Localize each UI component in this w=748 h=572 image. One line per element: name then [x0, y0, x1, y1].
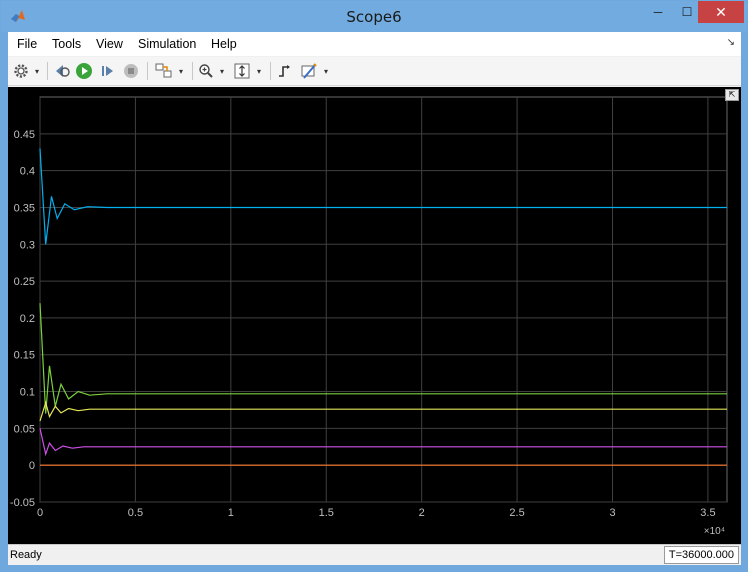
x-tick-label: 0: [37, 507, 43, 519]
x-tick-label: 1.5: [319, 507, 334, 519]
y-tick-label: 0.45: [14, 129, 35, 141]
x-tick-label: 0.5: [128, 507, 143, 519]
highlight-block-icon[interactable]: [153, 61, 175, 81]
plot-area: [39, 96, 728, 503]
menu-file[interactable]: File: [17, 37, 37, 51]
highlight-caret[interactable]: ▾: [176, 61, 186, 81]
scope-window: Scope6 ─ ☐ ✕ File Tools View Simulation …: [0, 0, 748, 572]
scope-plot[interactable]: -0.0500.050.10.150.20.250.30.350.40.450 0…: [8, 87, 741, 544]
step-back-icon[interactable]: [52, 61, 72, 81]
menu-help[interactable]: Help: [211, 37, 237, 51]
y-tick-label: 0.05: [14, 423, 35, 435]
toolbar-separator: [47, 62, 48, 80]
autoscale-icon[interactable]: [231, 61, 253, 81]
scope-display[interactable]: ⇱ -0.05 0 0.05 0.1 0.15 0.2 0.25 0.3 0.35 0.4 0.45…: [8, 87, 741, 544]
y-tick-label: 0.35: [14, 202, 35, 214]
window-title: Scope6: [346, 8, 402, 26]
measure-caret[interactable]: ▾: [321, 61, 331, 81]
title-bar[interactable]: Scope6 ─ ☐ ✕: [1, 1, 747, 32]
y-tick-label: 0.4: [20, 166, 35, 178]
status-bar: Ready T=36000.000: [8, 544, 741, 565]
zoom-caret[interactable]: ▾: [217, 61, 227, 81]
x-multiplier-label: ×10⁴: [704, 526, 725, 537]
x-tick-label: 1: [228, 507, 234, 519]
cursor-measure-icon[interactable]: [298, 61, 320, 81]
minimize-button[interactable]: ─: [645, 1, 671, 23]
client-area: File Tools View Simulation Help ↘ ▾ ▾ ▾ …: [8, 32, 741, 565]
menu-simulation[interactable]: Simulation: [138, 37, 196, 51]
x-tick-label: 3: [609, 507, 615, 519]
menu-tools[interactable]: Tools: [52, 37, 81, 51]
toolbar-separator: [270, 62, 271, 80]
stop-icon[interactable]: [121, 61, 141, 81]
y-tick-label: 0.25: [14, 276, 35, 288]
settings-caret[interactable]: ▾: [32, 61, 42, 81]
maximize-button[interactable]: ☐: [674, 1, 700, 23]
run-icon[interactable]: [74, 61, 94, 81]
toolbar-separator: [192, 62, 193, 80]
menu-view[interactable]: View: [96, 37, 123, 51]
y-tick-label: 0.2: [20, 313, 35, 325]
toolbar-separator: [147, 62, 148, 80]
y-tick-label: 0.1: [20, 387, 35, 399]
autoscale-caret[interactable]: ▾: [254, 61, 264, 81]
gear-icon[interactable]: [11, 61, 31, 81]
menu-bar: File Tools View Simulation Help ↘: [8, 32, 741, 56]
toolbar: ▾ ▾ ▾ ▾ ▾: [8, 57, 741, 86]
y-tick-label: 0.3: [20, 239, 35, 251]
y-tick-label: 0: [29, 460, 35, 472]
dock-arrow-icon[interactable]: ↘: [727, 37, 735, 48]
y-tick-label: 0.15: [14, 350, 35, 362]
close-button[interactable]: ✕: [698, 1, 744, 23]
simulation-time: T=36000.000: [663, 546, 739, 564]
y-tick-label: -0.05: [10, 497, 35, 509]
x-tick-label: 2: [419, 507, 425, 519]
step-forward-icon[interactable]: [98, 61, 118, 81]
status-text: Ready: [10, 549, 42, 561]
triggers-icon[interactable]: [275, 61, 295, 81]
x-tick-label: 3.5: [700, 507, 715, 519]
zoom-in-icon[interactable]: [196, 61, 216, 81]
x-tick-label: 2.5: [509, 507, 524, 519]
undock-icon[interactable]: ⇱: [725, 89, 739, 101]
